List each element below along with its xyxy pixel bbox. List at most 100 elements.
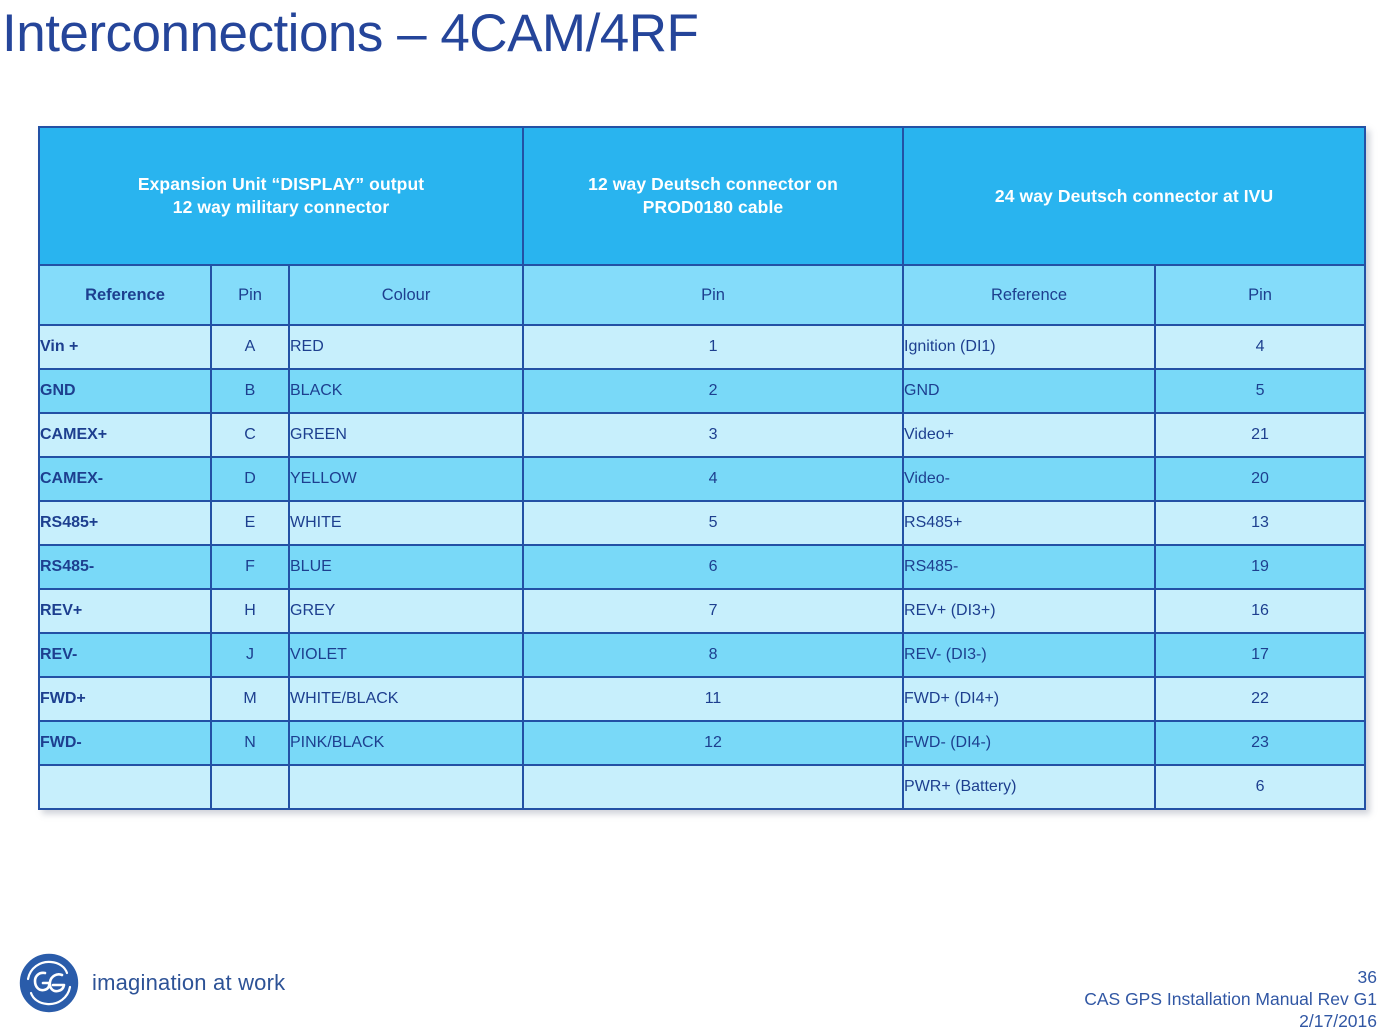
group-header-line1: 24 way Deutsch connector at IVU (994, 185, 1274, 206)
document-title: CAS GPS Installation Manual Rev G1 (1084, 989, 1377, 1009)
cell-ivu-reference: GND (902, 368, 1157, 414)
table-row: FWD+ M WHITE/BLACK 11 FWD+ (DI4+) 22 (38, 676, 1367, 722)
table-row: PWR+ (Battery) 6 (38, 764, 1367, 810)
slide-canvas: Interconnections – 4CAM/4RF Expansion Un… (0, 0, 1385, 1032)
cell-colour: RED (287, 324, 525, 370)
cell-cable-pin (522, 764, 905, 810)
cell-cable-pin: 4 (522, 456, 905, 502)
page-number: 36 (1357, 967, 1377, 987)
cell-ivu-reference: RS485+ (902, 500, 1157, 546)
cell-ivu-reference: FWD+ (DI4+) (902, 676, 1157, 722)
cell-cable-pin: 2 (522, 368, 905, 414)
cell-pin: A (210, 324, 290, 370)
cell-ivu-reference: RS485- (902, 544, 1157, 590)
page-title: Interconnections – 4CAM/4RF (2, 4, 699, 63)
cell-reference: REV+ (38, 588, 212, 634)
cell-reference: FWD+ (38, 676, 212, 722)
cell-colour: GREEN (287, 412, 525, 458)
table-row: REV- J VIOLET 8 REV- (DI3-) 17 (38, 632, 1367, 678)
cell-colour: YELLOW (287, 456, 525, 502)
cell-pin: M (210, 676, 290, 722)
column-header-colour: Colour (287, 264, 525, 326)
table-group-header-row: Expansion Unit “DISPLAY” output 12 way m… (37, 126, 1367, 266)
cell-colour: WHITE (287, 500, 525, 546)
cell-cable-pin: 6 (522, 544, 905, 590)
cell-ivu-reference: FWD- (DI4-) (902, 720, 1157, 766)
cell-colour: BLACK (287, 368, 525, 414)
table-row: Vin + A RED 1 Ignition (DI1) 4 (38, 324, 1367, 370)
cell-reference: CAMEX- (38, 456, 212, 502)
ge-logo-icon (18, 952, 80, 1014)
cell-ivu-pin: 22 (1154, 676, 1367, 722)
slide-footer-meta: 36 CAS GPS Installation Manual Rev G1 2/… (1084, 966, 1377, 1032)
table-row: RS485+ E WHITE 5 RS485+ 13 (38, 500, 1367, 546)
table-row: REV+ H GREY 7 REV+ (DI3+) 16 (38, 588, 1367, 634)
group-header-expansion-unit: Expansion Unit “DISPLAY” output 12 way m… (37, 126, 525, 266)
cell-ivu-reference: Ignition (DI1) (902, 324, 1157, 370)
brand-tagline: imagination at work (92, 970, 286, 995)
table-row: FWD- N PINK/BLACK 12 FWD- (DI4-) 23 (38, 720, 1367, 766)
group-header-line2: PROD0180 cable (642, 197, 784, 217)
cell-colour: WHITE/BLACK (287, 676, 525, 722)
document-date: 2/17/2016 (1299, 1011, 1377, 1031)
cell-pin: F (210, 544, 290, 590)
cell-reference: RS485+ (38, 500, 212, 546)
cell-cable-pin: 11 (522, 676, 905, 722)
cell-ivu-pin: 5 (1154, 368, 1367, 414)
cell-cable-pin: 12 (522, 720, 905, 766)
cell-pin: C (210, 412, 290, 458)
cell-pin: H (210, 588, 290, 634)
column-header-reference: Reference (38, 264, 212, 326)
cell-reference: CAMEX+ (38, 412, 212, 458)
cell-cable-pin: 1 (522, 324, 905, 370)
cell-pin: B (210, 368, 290, 414)
group-header-line1: 12 way Deutsch connector on (588, 174, 838, 194)
group-header-prod0180-cable: 12 way Deutsch connector on PROD0180 cab… (522, 126, 905, 266)
cell-pin: J (210, 632, 290, 678)
cell-ivu-reference: REV+ (DI3+) (902, 588, 1157, 634)
cell-pin: N (210, 720, 290, 766)
table-row: RS485- F BLUE 6 RS485- 19 (38, 544, 1367, 590)
group-header-line1: Expansion Unit “DISPLAY” output (137, 174, 425, 194)
column-header-cable-pin: Pin (522, 264, 905, 326)
cell-ivu-pin: 6 (1154, 764, 1367, 810)
table-row: CAMEX+ C GREEN 3 Video+ 21 (38, 412, 1367, 458)
cell-reference: Vin + (38, 324, 212, 370)
cell-ivu-pin: 23 (1154, 720, 1367, 766)
cell-ivu-pin: 17 (1154, 632, 1367, 678)
cell-ivu-pin: 13 (1154, 500, 1367, 546)
cell-pin: E (210, 500, 290, 546)
cell-reference: GND (38, 368, 212, 414)
column-header-ivu-pin: Pin (1154, 264, 1367, 326)
column-header-ivu-reference: Reference (902, 264, 1157, 326)
table-row: CAMEX- D YELLOW 4 Video- 20 (38, 456, 1367, 502)
cell-ivu-pin: 4 (1154, 324, 1367, 370)
cell-ivu-pin: 20 (1154, 456, 1367, 502)
cell-ivu-pin: 19 (1154, 544, 1367, 590)
cell-reference (38, 764, 212, 810)
group-header-ivu-connector: 24 way Deutsch connector at IVU (902, 126, 1367, 266)
cell-pin (210, 764, 290, 810)
cell-ivu-reference: REV- (DI3-) (902, 632, 1157, 678)
cell-ivu-reference: Video+ (902, 412, 1157, 458)
brand-footer: imagination at work (18, 952, 285, 1014)
cell-pin: D (210, 456, 290, 502)
cell-cable-pin: 3 (522, 412, 905, 458)
cell-colour: GREY (287, 588, 525, 634)
table-row: GND B BLACK 2 GND 5 (38, 368, 1367, 414)
cell-ivu-pin: 16 (1154, 588, 1367, 634)
cell-ivu-reference: Video- (902, 456, 1157, 502)
cell-colour (287, 764, 525, 810)
cell-cable-pin: 7 (522, 588, 905, 634)
cell-ivu-reference: PWR+ (Battery) (902, 764, 1157, 810)
cell-reference: REV- (38, 632, 212, 678)
group-header-line2: 12 way military connector (172, 197, 390, 217)
cell-colour: PINK/BLACK (287, 720, 525, 766)
interconnections-table: Expansion Unit “DISPLAY” output 12 way m… (37, 126, 1367, 810)
table-column-header-row: Reference Pin Colour Pin Reference Pin (38, 264, 1367, 326)
cell-colour: VIOLET (287, 632, 525, 678)
cell-ivu-pin: 21 (1154, 412, 1367, 458)
cell-cable-pin: 8 (522, 632, 905, 678)
interconnections-table-wrapper: Expansion Unit “DISPLAY” output 12 way m… (37, 126, 1367, 810)
cell-cable-pin: 5 (522, 500, 905, 546)
